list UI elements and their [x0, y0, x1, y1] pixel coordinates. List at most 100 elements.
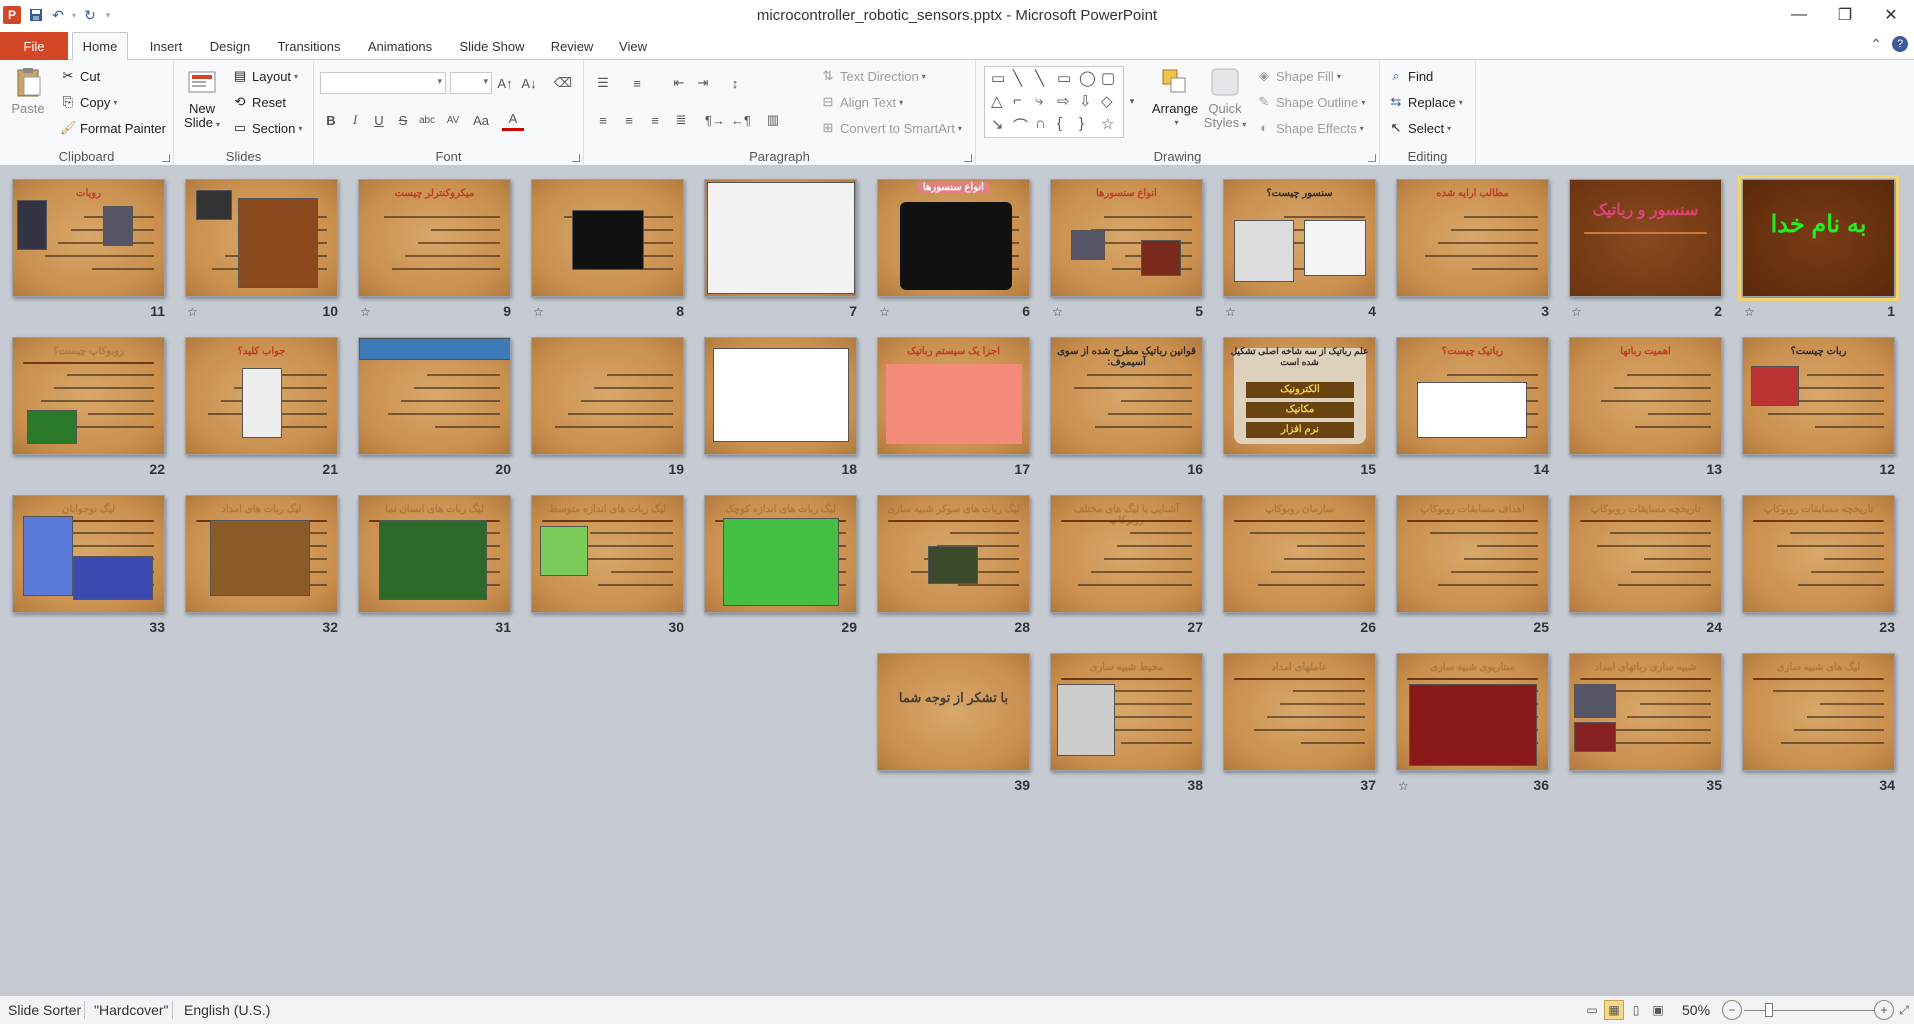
customize-qat-icon[interactable]: ▾ [101, 4, 115, 26]
undo-dropdown-icon[interactable]: ▾ [69, 4, 79, 26]
transition-star-icon[interactable]: ☆ [879, 305, 890, 319]
slide-thumbnail[interactable]: انواع سنسورها [1050, 179, 1203, 297]
slide-thumbnail[interactable]: اهداف مسابقات روبوکاپ [1396, 495, 1549, 613]
line-spacing-icon[interactable]: ↕ [724, 72, 746, 94]
align-right-icon[interactable]: ≡ [644, 109, 666, 131]
zoom-slider-thumb[interactable] [1765, 1003, 1773, 1017]
slide-thumbnail[interactable]: لیگ ربات های سوکر شبیه سازی [877, 495, 1030, 613]
slide-thumbnail[interactable]: میکروکنترلر چیست [358, 179, 511, 297]
grow-font-icon[interactable]: A↑ [494, 72, 516, 94]
line-shape-icon[interactable]: ╲ [1013, 69, 1022, 87]
restore-icon[interactable]: ❐ [1822, 0, 1868, 30]
slide-thumbnail[interactable]: روبات [12, 179, 165, 297]
slideshow-view-icon[interactable]: ▣ [1648, 1000, 1668, 1020]
slide-thumbnail[interactable]: آشنایی با لیگ های مختلف روبوکاپ [1050, 495, 1203, 613]
curve-shape-icon[interactable]: ⌒ [1013, 115, 1028, 136]
slide-thumbnail[interactable]: تاریخچه مسابقات روبوکاپ [1569, 495, 1722, 613]
new-slide-button[interactable]: New Slide ▾ [182, 66, 222, 132]
transition-star-icon[interactable]: ☆ [1052, 305, 1063, 319]
slide-thumbnail[interactable] [358, 337, 511, 455]
slide-thumbnail[interactable]: رباتیک چیست؟ [1396, 337, 1549, 455]
decrease-indent-icon[interactable]: ⇤ [668, 72, 690, 94]
text-direction-button[interactable]: ⇅ Text Direction ▾ [820, 68, 926, 84]
zoom-in-icon[interactable]: + [1874, 1000, 1894, 1020]
change-case-button[interactable]: Aa [470, 109, 492, 131]
close-icon[interactable]: ✕ [1868, 0, 1914, 30]
replace-button[interactable]: ⇆ Replace ▾ [1388, 94, 1463, 110]
slide-thumbnail[interactable]: ربات چیست؟ [1742, 337, 1895, 455]
slide-thumbnail[interactable]: اجزا یک سیستم رباتیک [877, 337, 1030, 455]
transition-star-icon[interactable]: ☆ [1398, 779, 1409, 793]
transition-star-icon[interactable]: ☆ [360, 305, 371, 319]
triangle-shape-icon[interactable]: △ [991, 92, 1003, 110]
status-theme[interactable]: "Hardcover" [94, 1002, 169, 1018]
zoom-level[interactable]: 50% [1682, 1002, 1710, 1018]
align-left-icon[interactable]: ≡ [592, 109, 614, 131]
paste-button[interactable]: Paste [8, 66, 48, 116]
reset-button[interactable]: ⟲ Reset [232, 94, 286, 110]
tab-insert[interactable]: Insert [138, 32, 194, 60]
powerpoint-app-icon[interactable]: P [3, 6, 21, 24]
normal-view-icon[interactable]: ▭ [1582, 1000, 1602, 1020]
convert-smartart-button[interactable]: ⊞ Convert to SmartArt ▾ [820, 120, 962, 136]
help-icon[interactable]: ? [1892, 36, 1908, 52]
shapes-more-icon[interactable]: ▾ [1126, 90, 1138, 112]
justify-icon[interactable]: ≣ [670, 109, 692, 131]
slide-thumbnail[interactable] [185, 179, 338, 297]
slide-thumbnail[interactable]: سنسور و رباتیک [1569, 179, 1722, 297]
arrow-right-shape-icon[interactable]: ⇨ [1057, 92, 1070, 110]
zoom-slider[interactable] [1744, 1010, 1874, 1011]
brace2-shape-icon[interactable]: } [1079, 115, 1084, 132]
bold-button[interactable]: B [320, 109, 342, 131]
slide-thumbnail[interactable]: سازمان روبوکاپ [1223, 495, 1376, 613]
arrow-down-shape-icon[interactable]: ⇩ [1079, 92, 1092, 110]
slide-thumbnail[interactable] [704, 179, 857, 297]
quick-styles-button[interactable]: Quick Styles ▾ [1204, 66, 1246, 132]
slide-thumbnail[interactable]: مطالب ارایه شده [1396, 179, 1549, 297]
bullets-icon[interactable]: ☰ [592, 72, 614, 94]
shape-fill-button[interactable]: ◈ Shape Fill ▾ [1256, 68, 1341, 84]
status-language[interactable]: English (U.S.) [184, 1002, 270, 1018]
textbox-shape-icon[interactable]: ▭ [991, 69, 1005, 87]
transition-star-icon[interactable]: ☆ [187, 305, 198, 319]
slide-thumbnail[interactable]: اهمیت رباتها [1569, 337, 1722, 455]
avx-spacing-icon[interactable]: AV [442, 109, 464, 131]
format-painter-button[interactable]: 🖌 Format Painter [60, 120, 166, 136]
slide-thumbnail[interactable]: لیگ های شبیه سازی [1742, 653, 1895, 771]
slide-thumbnail[interactable] [531, 337, 684, 455]
drawing-launcher-icon[interactable] [1368, 154, 1376, 162]
undo-icon[interactable]: ↶ [47, 4, 69, 26]
align-center-icon[interactable]: ≡ [618, 109, 640, 131]
slide-thumbnail[interactable]: سناریوی شبیه سازی [1396, 653, 1549, 771]
tab-file[interactable]: File [0, 32, 68, 60]
slide-thumbnail[interactable]: محیط شبیه سازی [1050, 653, 1203, 771]
roundrect-shape-icon[interactable]: ▢ [1101, 69, 1115, 87]
freeform-shape-icon[interactable]: ↘ [991, 115, 1004, 133]
tab-home[interactable]: Home [72, 32, 128, 61]
layout-button[interactable]: ▤ Layout ▾ [232, 68, 298, 84]
clear-formatting-icon[interactable]: ⌫ [552, 72, 574, 94]
rectangle-shape-icon[interactable]: ▭ [1057, 69, 1071, 87]
slide-thumbnail[interactable]: سنسور چیست؟ [1223, 179, 1376, 297]
oval-shape-icon[interactable]: ◯ [1079, 69, 1096, 87]
clipboard-launcher-icon[interactable] [162, 154, 170, 162]
transition-star-icon[interactable]: ☆ [1744, 305, 1755, 319]
arc-shape-icon[interactable]: ∩ [1035, 115, 1046, 132]
tab-animations[interactable]: Animations [362, 32, 438, 60]
line2-shape-icon[interactable]: ╲ [1035, 69, 1044, 87]
find-button[interactable]: ⌕ Find [1388, 68, 1433, 84]
slide-thumbnail[interactable]: لیگ ربات های امداد [185, 495, 338, 613]
fit-to-window-icon[interactable]: ⤢ [1894, 1000, 1914, 1020]
slide-thumbnail[interactable]: جواب کلید؟ [185, 337, 338, 455]
slide-thumbnail[interactable]: لیگ ربات های انسان نما [358, 495, 511, 613]
connector-shape-icon[interactable]: ⤷ [1035, 92, 1043, 109]
slide-thumbnail[interactable]: انواع سنسورها [877, 179, 1030, 297]
underline-button[interactable]: U [368, 109, 390, 131]
diamond-shape-icon[interactable]: ◇ [1101, 92, 1113, 110]
shapes-gallery[interactable]: ▭ ╲ ╲ ▭ ◯ ▢ △ ⌐ ⤷ ⇨ ⇩ ◇ ↘ ⌒ ∩ { } ☆ [984, 66, 1124, 138]
slide-thumbnail[interactable]: عاملهای امداد [1223, 653, 1376, 771]
slide-thumbnail[interactable]: تاریخچه مسابقات روبوکاپ [1742, 495, 1895, 613]
ltr-icon[interactable]: ¶→ [704, 109, 726, 131]
slide-thumbnail[interactable]: به نام خدا [1738, 175, 1899, 301]
minimize-ribbon-icon[interactable]: ⌃ [1870, 36, 1882, 53]
